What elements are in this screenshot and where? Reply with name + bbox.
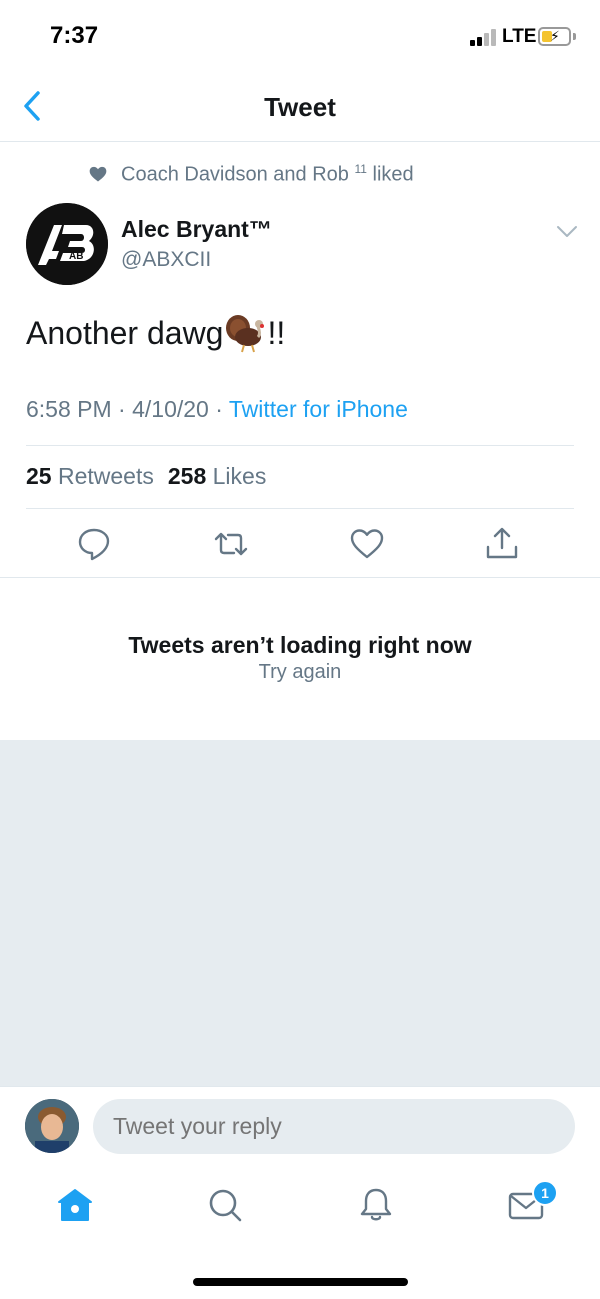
cellular-signal-icon [470, 28, 498, 46]
reply-bar [0, 1086, 600, 1168]
likes-stat[interactable]: 258 Likes [168, 463, 266, 489]
notifications-icon[interactable] [356, 1185, 396, 1225]
try-again-button[interactable]: Try again [0, 661, 600, 684]
reply-icon[interactable] [76, 526, 112, 562]
battery-tip [573, 33, 576, 40]
error-title: Tweets aren’t loading right now [128, 632, 472, 658]
messages-badge: 1 [532, 1180, 558, 1206]
network-type: LTE [502, 26, 537, 47]
tweet-date: 4/10/20 [132, 396, 209, 422]
divider [0, 577, 600, 578]
tweet-meta: 6:58 PM · 4/10/20 · Twitter for iPhone [26, 396, 408, 422]
status-time: 7:37 [50, 22, 99, 49]
author-handle[interactable]: @ABXCII [121, 248, 211, 272]
divider [26, 445, 574, 446]
heart-icon [89, 166, 107, 182]
chevron-down-icon[interactable] [556, 224, 578, 240]
status-bar: 7:37 LTE ⚡ [0, 0, 600, 70]
user-avatar[interactable] [25, 1099, 79, 1153]
avatar-logo: AB [26, 203, 108, 285]
home-icon[interactable] [55, 1185, 95, 1225]
reply-input[interactable] [93, 1099, 575, 1154]
nav-bar: Tweet [0, 70, 600, 142]
author-name[interactable]: Alec Bryant™ [121, 216, 272, 243]
author-avatar[interactable]: AB [26, 203, 108, 285]
like-icon[interactable] [349, 526, 385, 562]
retweets-stat[interactable]: 25 Retweets [26, 463, 154, 489]
tweet-stats: 25 Retweets 258 Likes [26, 463, 266, 490]
home-indicator[interactable] [193, 1278, 408, 1286]
search-icon[interactable] [205, 1185, 245, 1225]
tweet-time: 6:58 PM [26, 396, 112, 422]
social-context-text: Coach Davidson and Rob 11 liked [121, 161, 414, 186]
divider [26, 508, 574, 509]
user-avatar-image [25, 1099, 79, 1153]
tweet-actions [0, 526, 600, 566]
page-title: Tweet [264, 92, 336, 122]
retweet-icon[interactable] [213, 526, 249, 562]
share-icon[interactable] [484, 526, 520, 562]
tweet-text: Another dawg !! [26, 313, 285, 353]
social-context[interactable]: Coach Davidson and Rob 11 liked [88, 160, 414, 188]
empty-area [0, 740, 600, 1086]
turkey-emoji-icon [226, 315, 265, 353]
tab-bar: 1 [0, 1168, 600, 1299]
battery-icon: ⚡ [538, 27, 571, 46]
tweet-source-link[interactable]: Twitter for iPhone [229, 396, 408, 422]
svg-text:AB: AB [69, 251, 83, 262]
